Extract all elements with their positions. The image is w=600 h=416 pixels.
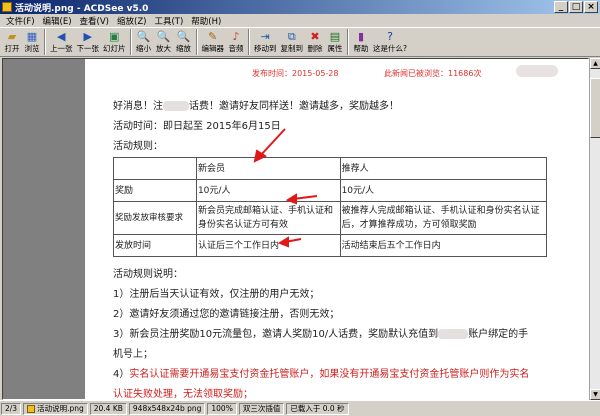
slideshow-icon: ▣ [109,30,120,43]
toolbar-separator [44,29,46,55]
status-bar: 2/3 活动说明.png 20.4 KB 948x548x24b png 100… [0,400,600,416]
status-load-time: 已载入于 0.0 秒 [286,402,349,415]
menu-tools[interactable]: 工具(T) [150,15,187,27]
browse-icon: ▦ [26,30,38,43]
toolbar-separator [248,29,250,55]
editor-button[interactable]: ✎ 编辑器 [200,28,227,54]
status-file: 活动说明.png [23,402,88,415]
annotation-arrows [253,128,318,248]
desc-item-4: 4）实名认证需要开通易宝支付资金托管账户，如果没有开通易宝支付资金托管账户则作为… [113,369,530,380]
help-book-icon: ▮ [357,30,365,43]
slideshow-button[interactable]: ▣ 幻灯片 [101,28,128,54]
menu-file[interactable]: 文件(F) [2,15,39,27]
audio-button[interactable]: ♪ 音频 [226,28,246,54]
scroll-down-arrow[interactable]: ▼ [590,389,600,400]
zoom-in-button[interactable]: 🔍 放大 [154,28,174,54]
arrow-head [285,193,297,205]
audio-icon: ♪ [232,30,240,43]
toolbar-separator [195,29,198,55]
zoom-icon: 🔍 [176,30,191,43]
zoom-out-button[interactable]: 🔍 缩小 [134,28,154,54]
toolbar-separator [347,29,349,55]
status-zoom: 100% [207,402,237,415]
status-size: 20.4 KB [89,402,127,415]
desc-item-3: 3）新会员注册奖励10元流量包，邀请人奖励10/人话费，奖励默认充值到 账户绑定的… [113,329,529,340]
menu-zoom[interactable]: 缩放(Z) [113,15,150,27]
status-interpolation: 双三次插值 [238,402,285,415]
properties-button[interactable]: ▤ 属性 [325,28,345,54]
next-image-button[interactable]: ▶ 下一张 [75,28,102,54]
whats-this-button[interactable]: ? 这是什么? [371,28,409,54]
minimize-button[interactable]: _ [554,1,568,13]
title-bar: 活动说明.png - ACDSee v5.0 _ □ × [0,0,600,14]
delete-button[interactable]: ✖ 删除 [305,28,325,54]
question-icon: ? [387,30,393,43]
window-title: 活动说明.png - ACDSee v5.0 [15,3,149,14]
help-button[interactable]: ▮ 帮助 [351,28,371,54]
pencil-icon: ✎ [208,30,218,43]
zoom-in-icon: 🔍 [156,30,171,43]
desc-item-4-cont: 认证失败处理，无法领取奖励； [113,389,253,400]
open-button[interactable]: ▰ 打开 [2,28,22,54]
vertical-scrollbar[interactable]: ▲ ▼ [589,58,600,400]
image-file-icon [27,404,36,413]
menu-edit[interactable]: 编辑(E) [39,15,76,27]
close-button[interactable]: × [584,1,598,13]
menu-help[interactable]: 帮助(H) [187,15,225,27]
arrow-left-icon: ◀ [57,30,66,43]
image-document: 发布时间：2015-05-28 此新闻已被浏览：11686次 好消息！注 话费！邀… [85,59,588,400]
desc-title: 活动规则说明： [113,269,183,280]
arrow-right-icon: ▶ [83,30,92,43]
scroll-up-arrow[interactable]: ▲ [590,58,600,69]
zoom-out-icon: 🔍 [136,30,151,43]
menu-view[interactable]: 查看(V) [76,15,113,27]
folder-open-icon: ▰ [7,30,17,43]
status-page: 2/3 [1,402,22,415]
copy-icon: ⧉ [287,30,296,43]
prev-image-button[interactable]: ◀ 上一张 [48,28,75,54]
arrow-head [277,236,289,248]
desc-item-3-cont: 机号上； [113,349,153,360]
move-icon: ⇥ [260,30,270,43]
copy-to-button[interactable]: ⧉ 复制到 [279,28,306,54]
maximize-button[interactable]: □ [569,1,583,13]
status-dimensions: 948x548x24b png [128,402,206,415]
toolbar: ▰ 打开 ▦ 浏览 ◀ 上一张 ▶ 下一张 ▣ 幻灯片 🔍 缩小 🔍 放大 🔍 缩放 ✎ 编辑器 … [0,27,600,57]
menu-bar: 文件(F) 编辑(E) 查看(V) 缩放(Z) 工具(T) 帮助(H) [0,14,600,27]
desc-item-1: 1）注册后当天认证有效，仅注册的用户无效； [113,289,320,300]
delete-icon: ✖ [310,30,320,43]
scroll-thumb[interactable] [590,78,600,138]
image-viewport[interactable]: 发布时间：2015-05-28 此新闻已被浏览：11686次 好消息！注 话费！邀… [2,58,589,400]
toolbar-separator [129,29,132,55]
properties-icon: ▤ [329,30,341,43]
zoom-button[interactable]: 🔍 缩放 [174,28,194,54]
blurred-redaction [438,329,469,339]
arrow-annotation [259,128,286,157]
desc-item-2: 2）邀请好友须通过您的邀请链接注册，否则无效； [113,309,340,320]
app-icon [2,2,12,12]
browse-button[interactable]: ▦ 浏览 [22,28,42,54]
move-to-button[interactable]: ⇥ 移动到 [252,28,279,54]
